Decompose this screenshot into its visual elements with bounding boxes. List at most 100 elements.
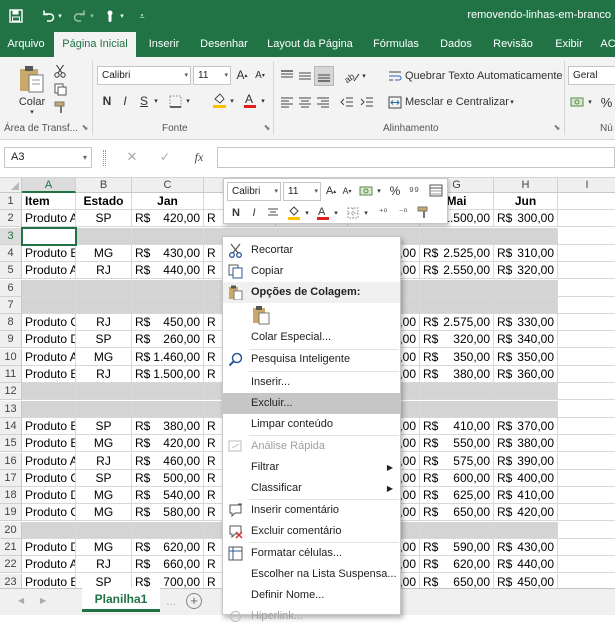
currency-format-icon[interactable] xyxy=(568,93,586,111)
table-cell[interactable] xyxy=(558,245,615,262)
wrap-text-icon[interactable] xyxy=(386,67,404,85)
state-cell[interactable]: MG xyxy=(76,435,132,452)
mini-font-combo[interactable]: Calibri ▾ xyxy=(227,182,281,201)
value-cell[interactable]: R$ 260,00 xyxy=(132,331,204,348)
fill-color-dropdown-icon[interactable]: ▾ xyxy=(228,95,236,107)
item-cell[interactable] xyxy=(22,522,76,539)
value-cell[interactable]: R$ 2.525,00 xyxy=(420,245,494,262)
table-cell[interactable] xyxy=(494,297,558,314)
mini-borders-icon[interactable] xyxy=(344,204,362,221)
item-cell[interactable]: Produto D xyxy=(22,487,76,504)
paste-icon[interactable] xyxy=(14,63,50,95)
orientation-icon[interactable]: ab xyxy=(342,67,362,85)
borders-dropdown-icon[interactable]: ▾ xyxy=(184,95,192,107)
value-cell[interactable]: R$ 330,00 xyxy=(494,314,558,331)
table-cell[interactable] xyxy=(558,539,615,556)
menu-item-filter[interactable]: Filtrar ▶ xyxy=(223,457,400,478)
next-sheet-icon[interactable]: ▶ xyxy=(40,596,46,605)
value-cell[interactable]: R$ 360,00 xyxy=(494,366,558,383)
insert-function-button[interactable]: fx xyxy=(191,149,207,165)
row-header[interactable]: 22 xyxy=(0,556,22,573)
state-cell[interactable]: SP xyxy=(76,331,132,348)
currency-dropdown-icon[interactable]: ▾ xyxy=(586,96,594,108)
format-painter-icon[interactable] xyxy=(52,99,68,115)
paste-option-icon[interactable] xyxy=(250,304,272,326)
item-cell[interactable]: Produto A xyxy=(22,262,76,279)
mini-currency-dropdown-icon[interactable]: ▾ xyxy=(375,185,383,197)
value-cell[interactable]: R$ 420,00 xyxy=(132,435,204,452)
table-cell[interactable] xyxy=(420,401,494,418)
merge-center-button[interactable]: Mesclar e Centralizar xyxy=(405,93,509,111)
tab-ac[interactable]: AC xyxy=(598,32,615,57)
value-cell[interactable]: R$ 320,00 xyxy=(494,262,558,279)
row-header[interactable]: 17 xyxy=(0,470,22,487)
underline-button[interactable]: S xyxy=(137,93,151,109)
menu-item-pick-list[interactable]: Escolher na Lista Suspensa... xyxy=(223,564,400,585)
tab-layout[interactable]: Layout da Página xyxy=(261,32,359,57)
menu-item-sort[interactable]: Classificar ▶ xyxy=(223,478,400,499)
confirm-entry-icon[interactable]: ✓ xyxy=(158,150,172,164)
header-cell[interactable]: Item xyxy=(22,193,76,210)
value-cell[interactable]: R$ 660,00 xyxy=(132,556,204,573)
table-cell[interactable] xyxy=(132,383,204,400)
value-cell[interactable]: R$ 380,00 xyxy=(420,366,494,383)
alignment-launcher-icon[interactable]: ⬊ xyxy=(552,121,562,133)
value-cell[interactable]: R$ 450,00 xyxy=(132,314,204,331)
table-cell[interactable] xyxy=(494,228,558,245)
table-cell[interactable] xyxy=(420,280,494,297)
table-cell[interactable] xyxy=(558,418,615,435)
menu-item-smart-lookup[interactable]: Pesquisa Inteligente xyxy=(223,349,400,370)
column-header-a[interactable]: A xyxy=(22,178,76,193)
tab-formulas[interactable]: Fórmulas xyxy=(364,32,428,57)
align-top-icon[interactable] xyxy=(278,67,296,85)
value-cell[interactable]: R$ 350,00 xyxy=(420,349,494,366)
table-cell[interactable] xyxy=(558,453,615,470)
menu-item-format-cells[interactable]: Formatar células... xyxy=(223,543,400,564)
state-cell[interactable] xyxy=(76,297,132,314)
table-cell[interactable] xyxy=(558,470,615,487)
item-cell[interactable]: Produto B xyxy=(22,435,76,452)
number-format-combo[interactable]: Geral xyxy=(568,66,615,85)
header-cell[interactable]: Jan xyxy=(132,193,204,210)
item-cell[interactable]: Produto E xyxy=(22,366,76,383)
table-cell[interactable] xyxy=(558,228,615,245)
item-cell[interactable]: Produto A xyxy=(22,349,76,366)
cut-icon[interactable] xyxy=(52,63,68,79)
table-cell[interactable] xyxy=(558,331,615,348)
header-cell[interactable]: Jun xyxy=(494,193,558,210)
redo-dropdown-icon[interactable]: ▾ xyxy=(86,6,98,26)
mini-percent-button[interactable]: % xyxy=(387,182,403,199)
row-header[interactable]: 20 xyxy=(0,522,22,539)
grow-font-icon[interactable]: A ▴ xyxy=(234,67,250,83)
menu-item-insert[interactable]: Inserir... xyxy=(223,372,400,393)
value-cell[interactable]: R$ 620,00 xyxy=(420,556,494,573)
mini-comma-style-icon[interactable]: ⁹⁹ xyxy=(405,182,423,199)
table-cell[interactable] xyxy=(558,487,615,504)
value-cell[interactable]: R$ 550,00 xyxy=(420,435,494,452)
clipboard-launcher-icon[interactable]: ⬊ xyxy=(80,121,90,133)
table-cell[interactable] xyxy=(558,435,615,452)
table-cell[interactable] xyxy=(420,383,494,400)
value-cell[interactable]: R$ 400,00 xyxy=(494,470,558,487)
tab-desenhar[interactable]: Desenhar xyxy=(192,32,256,57)
font-name-combo[interactable]: Calibri ▾ xyxy=(97,66,191,85)
state-cell[interactable] xyxy=(76,280,132,297)
item-cell[interactable]: Produto A xyxy=(22,556,76,573)
row-header[interactable]: 13 xyxy=(0,401,22,418)
value-cell[interactable]: R$ 340,00 xyxy=(494,331,558,348)
column-header-c[interactable]: C xyxy=(132,178,204,193)
value-cell[interactable]: R$ 420,00 xyxy=(132,210,204,227)
table-cell[interactable] xyxy=(558,383,615,400)
mini-currency-icon[interactable] xyxy=(357,182,375,199)
row-header[interactable]: 8 xyxy=(0,314,22,331)
tab-arquivo[interactable]: Arquivo xyxy=(0,32,52,57)
table-cell[interactable] xyxy=(132,401,204,418)
row-header[interactable]: 10 xyxy=(0,349,22,366)
fill-color-icon[interactable] xyxy=(210,91,228,109)
table-cell[interactable] xyxy=(132,280,204,297)
name-box[interactable]: A3 ▾ xyxy=(4,147,92,168)
row-header[interactable]: 6 xyxy=(0,280,22,297)
column-header-b[interactable]: B xyxy=(76,178,132,193)
value-cell[interactable]: R$ 390,00 xyxy=(494,453,558,470)
item-cell[interactable] xyxy=(22,383,76,400)
